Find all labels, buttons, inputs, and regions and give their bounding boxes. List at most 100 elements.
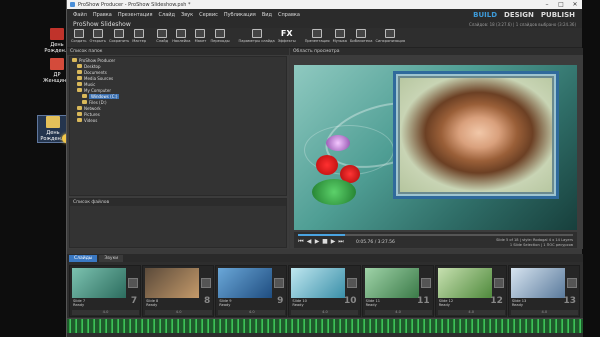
folders-panel-title: Список папок (67, 48, 289, 55)
folder-icon (77, 112, 82, 116)
toolbar-button-label: Наклейка (172, 39, 191, 43)
transition-icon[interactable] (347, 278, 358, 288)
slide-thumbnail[interactable] (218, 268, 273, 298)
transition-icon[interactable] (201, 278, 212, 288)
menu-tools[interactable]: Сервис (199, 12, 218, 18)
toolbar-button[interactable]: Макет (193, 29, 207, 43)
menu-audio[interactable]: Звук (181, 12, 193, 18)
mode-design-tab[interactable]: DESIGN (504, 11, 534, 19)
toolbar-button[interactable]: Мастер (132, 29, 146, 43)
transition-icon[interactable] (128, 278, 138, 288)
slide-status: Ready (146, 303, 158, 307)
menu-publish[interactable]: Публикация (224, 12, 256, 18)
toolbar-button[interactable]: Переходы (210, 29, 230, 43)
toolbar-button[interactable]: FX Эффекты (278, 29, 296, 43)
slide-label: Slide 10 Ready (292, 299, 307, 307)
slide-duration[interactable]: 4.0 (437, 310, 505, 315)
slide-status: Ready (365, 303, 377, 307)
slide-card[interactable]: 8 Slide 8 Ready 4.0 (142, 265, 215, 317)
slide-thumbnail[interactable] (510, 268, 565, 298)
toolbar-button[interactable]: Музыка (333, 29, 347, 43)
transition-icon (215, 29, 226, 38)
mode-build-tab[interactable]: BUILD (473, 11, 497, 19)
slide-duration[interactable]: 4.0 (510, 310, 578, 315)
close-button[interactable]: ✕ (568, 1, 582, 8)
menu-view[interactable]: Вид (262, 12, 272, 18)
maximize-button[interactable]: □ (554, 1, 568, 8)
menu-help[interactable]: Справка (278, 12, 300, 18)
tab-audio[interactable]: Звуки (99, 255, 124, 262)
desktop-folder-icon (46, 116, 60, 128)
slide-duration[interactable]: 4.0 (218, 310, 286, 315)
slide-card[interactable]: 11 Slide 11 Ready 4.0 (361, 265, 434, 317)
audio-track-waveform[interactable] (67, 318, 583, 333)
folder-icon (77, 88, 82, 92)
layout-icon (195, 29, 206, 38)
transition-icon[interactable] (493, 278, 504, 288)
toolbar-button[interactable]: Сохранить (109, 29, 129, 43)
folder-label: ProShow Producer (79, 57, 116, 63)
playback-progress[interactable] (298, 234, 573, 236)
toolbar-button[interactable]: Открыть (90, 29, 106, 43)
skip-forward-icon[interactable]: ⏭ (338, 239, 344, 245)
slide-label: Slide 13 Ready (512, 299, 527, 307)
stop-icon[interactable]: ■ (322, 239, 328, 245)
toolbar-button[interactable]: Создать (71, 29, 87, 43)
folder-label: Videos (84, 117, 98, 123)
toolbar-button[interactable]: Слайд (155, 29, 169, 43)
slide-duration[interactable]: 4.0 (364, 310, 432, 315)
folder-icon (77, 64, 82, 68)
play-icon[interactable]: ▶ (314, 239, 320, 245)
slide-number: 7 (130, 296, 138, 306)
slide-card[interactable]: 13 Slide 13 Ready 4.0 (507, 265, 580, 317)
title-bar: ProShow Producer - ProShow Slideshow.psh… (67, 0, 582, 9)
toolbar-button[interactable]: Библиотека (350, 29, 372, 43)
mode-publish-tab[interactable]: PUBLISH (541, 11, 575, 19)
slide-status: Ready (219, 303, 231, 307)
menu-edit[interactable]: Правка (93, 12, 112, 18)
folder-icon (77, 118, 82, 122)
toolbar-button[interactable]: Наклейка (172, 29, 190, 43)
folder-label: Files (D:) (89, 99, 107, 105)
menu-show[interactable]: Презентация (118, 12, 153, 18)
skip-back-icon[interactable]: ⏮ (298, 239, 304, 245)
slide-label: Slide 8 Ready (146, 299, 158, 307)
toolbar-button[interactable]: Параметры слайда (239, 29, 275, 43)
butterfly-shape (326, 135, 350, 151)
slide-thumbnail[interactable] (437, 268, 492, 298)
forward-icon[interactable]: ▶ (330, 239, 336, 245)
slide-label: Slide 12 Ready (439, 299, 454, 307)
slide-card[interactable]: 12 Slide 12 Ready 4.0 (434, 265, 507, 317)
slide-card[interactable]: 7 Slide 7 Ready 4.0 (69, 265, 142, 317)
progress-fill (298, 234, 345, 236)
files-panel-title: Список файлов (70, 199, 286, 206)
slide-card[interactable]: 10 Slide 10 Ready 4.0 (288, 265, 361, 317)
save-icon (114, 29, 125, 38)
toolbar-button[interactable]: Презентация (305, 29, 330, 43)
slide-thumbnail[interactable] (72, 268, 126, 298)
slide-thumbnail[interactable] (364, 268, 419, 298)
transition-icon[interactable] (566, 278, 577, 288)
tab-slides[interactable]: Слайды (69, 255, 98, 262)
menu-slide[interactable]: Слайд (159, 12, 175, 18)
slide-info-line1: Slide 5 of 18 | style: Rodagal 4 x 14 La… (496, 238, 573, 242)
slide-card[interactable]: 9 Slide 9 Ready 4.0 (215, 265, 288, 317)
slide-duration[interactable]: 4.0 (145, 310, 213, 315)
preview-panel: Область просмотра ⏮ ◀ ▶ ■ ▶ ⏭ 0:05.76 / … (290, 48, 583, 249)
folder-tree-item[interactable]: Videos (70, 117, 286, 123)
slide-duration[interactable]: 4.0 (291, 310, 359, 315)
toolbar-button-label: Параметры слайда (238, 39, 275, 43)
preview-canvas[interactable] (294, 65, 577, 230)
transition-icon[interactable] (274, 278, 285, 288)
rewind-icon[interactable]: ◀ (306, 239, 312, 245)
toolbar-button[interactable]: Синхронизация (375, 29, 405, 43)
slide-thumbnail[interactable] (291, 268, 346, 298)
slide-number: 11 (417, 296, 430, 306)
transition-icon[interactable] (420, 278, 431, 288)
menu-file[interactable]: Файл (73, 12, 87, 18)
minimize-button[interactable]: – (540, 1, 554, 8)
slide-thumbnail[interactable] (145, 268, 200, 298)
slide-duration[interactable]: 4.0 (72, 310, 139, 315)
wizard-icon (134, 29, 145, 38)
slide-number: 8 (204, 296, 211, 306)
